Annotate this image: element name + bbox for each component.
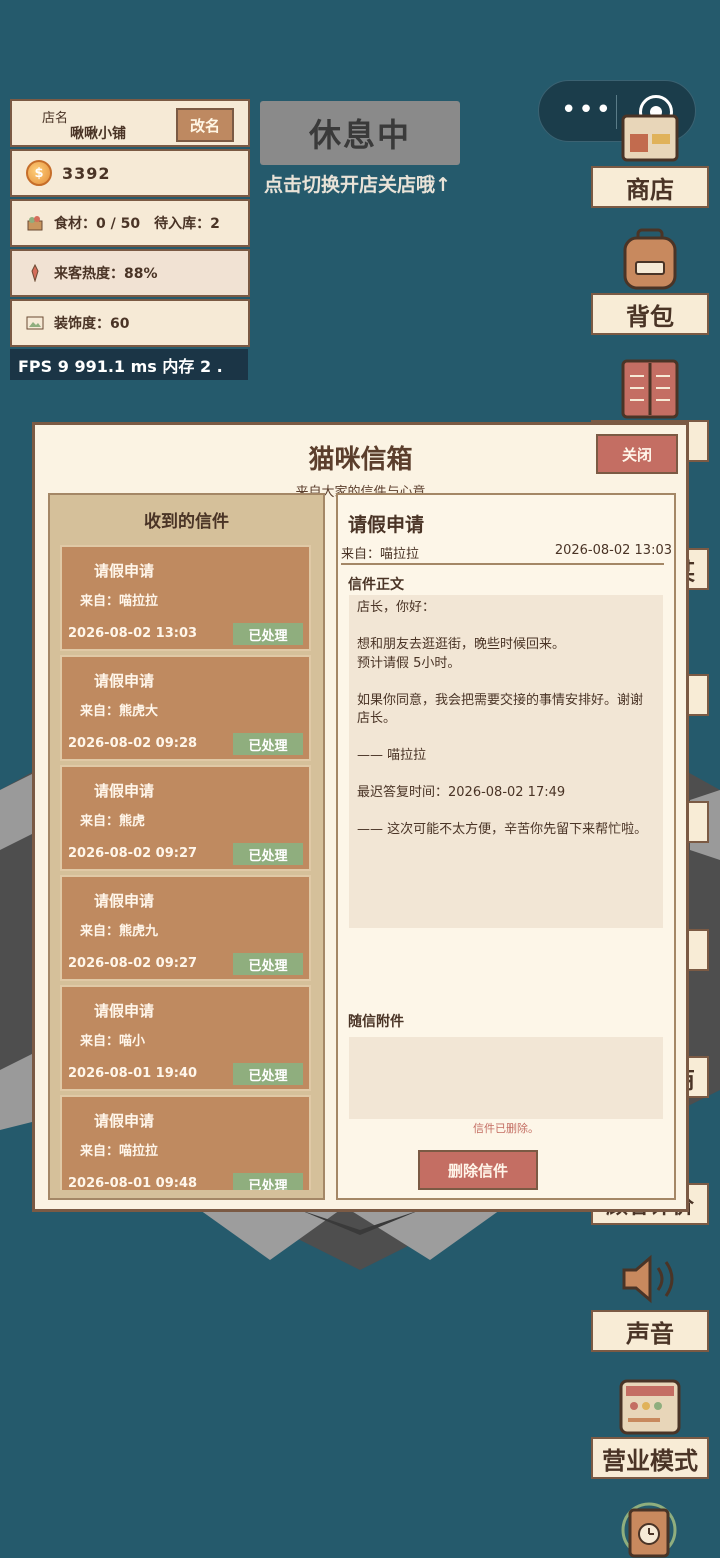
attachment-area (349, 1037, 663, 1119)
menu-book-icon[interactable] (620, 358, 680, 420)
close-button[interactable]: 关闭 (596, 434, 678, 474)
letter-sender: 来自：喵拉拉 (80, 594, 159, 609)
letter-body-line: 店长，你好： (357, 600, 436, 615)
deleted-note: 信件已删除。 (473, 1122, 539, 1135)
letter-body-line (357, 673, 655, 692)
bag-button[interactable]: 背包 (591, 293, 709, 335)
letter-body: 店长，你好： 想和朋友去逛逛街，晚些时候回来。 预计请假 5小时。如果你同意，我会把… (349, 595, 663, 928)
letter-body-line (357, 618, 655, 637)
clock-icon[interactable] (618, 1500, 680, 1558)
letter-subject: 请假申请 (94, 892, 155, 910)
letter-detail-title: 请假申请 (348, 514, 425, 536)
letter-detail-date: 2026-08-02 13:03 (554, 543, 672, 558)
letter-sender: 来自：熊虎九 (80, 924, 159, 939)
letter-list-item[interactable]: 请假申请来自：熊虎大 2026-08-02 09:28 已处理 (60, 655, 311, 761)
shop-name-panel: 店名 啾啾小铺 改名 (10, 99, 250, 147)
letter-sender: 来自：熊虎 (80, 814, 146, 829)
dialog-title: 猫咪信箱 (308, 445, 413, 475)
letter-detail-sender: 来自：喵拉拉 (341, 547, 420, 562)
letter-body-line: —— 这次可能不太方便，辛苦你先留下来帮忙啦。 (357, 822, 648, 837)
letter-subject: 请假申请 (94, 672, 155, 690)
heat-icon (26, 264, 44, 282)
letter-body-line: 如果你同意，我会把需要交接的事情安排好。谢谢店长。 (357, 692, 644, 727)
food-basket-icon (26, 214, 44, 232)
shop-name-value: 啾啾小铺 (70, 126, 126, 142)
pending-storage: 待入库：2 (154, 216, 220, 232)
status-hint: 点击切换开店关店哦↑ (264, 174, 451, 196)
letter-time: 2026-08-02 09:28 (68, 736, 198, 751)
status-badge: 已处理 (233, 733, 303, 755)
letter-body-line: —— 喵拉拉 (357, 748, 427, 763)
letter-sender: 来自：熊虎大 (80, 704, 159, 719)
decoration-value: 装饰度：60 (54, 316, 130, 332)
decoration-panel: 装饰度：60 (10, 299, 250, 347)
business-mode-icon[interactable] (618, 1378, 682, 1436)
letter-body-line (357, 729, 655, 748)
more-icon[interactable]: ••• (561, 97, 613, 123)
status-badge: 已处理 (233, 1173, 303, 1190)
letter-list-title: 收到的信件 (144, 512, 229, 532)
capsule-divider (616, 95, 617, 129)
letter-sender: 来自：喵小 (80, 1034, 146, 1049)
shop-name-label: 店名 (42, 111, 69, 126)
attachment-label: 随信附件 (348, 1014, 404, 1030)
rename-button[interactable]: 改名 (176, 108, 234, 142)
letter-time: 2026-08-02 13:03 (68, 626, 198, 641)
letter-list[interactable]: 请假申请 来自：喵拉拉 2026-08-02 13:03 已处理 请假申请 来自：熊虎大 2… (60, 545, 315, 1190)
letter-subject: 请假申请 (94, 1112, 155, 1130)
letter-list-item[interactable]: 请假申请来自：喵小 2026-08-01 19:40 已处理 (60, 985, 311, 1091)
letter-list-panel: 收到的信件 请假申请 来自：喵拉拉 2026-08-02 13:03 已处理 请假申请来… (48, 493, 325, 1200)
letter-body-line: 预计请假 5小时。 (357, 655, 461, 671)
letter-list-item[interactable]: 请假申请来自：熊虎 2026-08-02 09:27 已处理 (60, 765, 311, 871)
shop-status-toggle[interactable]: 休息中 (260, 101, 460, 165)
coin-panel: $ 3392 (10, 149, 250, 197)
shop-button[interactable]: 商店 (591, 166, 709, 208)
visitor-heat: 来客热度：88% (54, 266, 158, 282)
sound-button[interactable]: 声音 (591, 1310, 709, 1352)
letter-sender: 来自：喵拉拉 (80, 1144, 159, 1159)
coin-value: 3392 (62, 163, 111, 183)
backpack-icon[interactable] (622, 228, 678, 290)
mailbox-dialog: 猫咪信箱 来自大家的信件与心意 关闭 收到的信件 请假申请来自：喵拉拉2026-… (32, 422, 689, 1212)
status-badge: 已处理 (233, 1063, 303, 1085)
shop-icon[interactable] (620, 104, 680, 162)
letter-subject: 请假申请 (94, 562, 155, 580)
business-mode-button[interactable]: 营业模式 (591, 1437, 709, 1479)
letter-body-line (357, 766, 655, 785)
letter-body-label: 信件正文 (348, 577, 404, 593)
divider (341, 563, 664, 565)
letter-subject: 请假申请 (94, 782, 155, 800)
letter-list-item[interactable]: 请假申请来自：喵拉拉 2026-08-02 13:03 已处理 (60, 545, 311, 651)
coin-icon: $ (26, 160, 52, 186)
letter-subject: 请假申请 (94, 1002, 155, 1020)
picture-icon (26, 314, 44, 332)
letter-time: 2026-08-02 09:27 (68, 956, 198, 971)
heat-panel: 来客热度：88% (10, 249, 250, 297)
letter-time: 2026-08-01 19:40 (68, 1066, 198, 1081)
status-badge: 已处理 (233, 953, 303, 975)
letter-time: 2026-08-01 09:48 (68, 1176, 198, 1190)
food-panel: 食材：0 / 50 待入库：2 (10, 199, 250, 247)
letter-list-item[interactable]: 请假申请来自：熊虎九 2026-08-02 09:27 已处理 (60, 875, 311, 981)
letter-body-line: 想和朋友去逛逛街，晚些时候回来。 (357, 637, 566, 652)
letter-list-item[interactable]: 请假申请来自：喵拉拉 2026-08-01 09:48 已处理 (60, 1095, 311, 1190)
status-badge: 已处理 (233, 843, 303, 865)
food-count: 食材：0 / 50 (54, 216, 141, 232)
letter-body-line: 最迟答复时间：2026-08-02 17:49 (357, 785, 566, 800)
speaker-icon[interactable] (620, 1252, 682, 1306)
status-badge: 已处理 (233, 623, 303, 645)
letter-detail-panel: 请假申请 来自：喵拉拉 2026-08-02 13:03 信件正文 店长，你好：… (336, 493, 676, 1200)
fps-overlay: FPS 9 991.1 ms 内存 2 . (10, 349, 248, 380)
letter-body-line (357, 803, 655, 822)
letter-time: 2026-08-02 09:27 (68, 846, 198, 861)
delete-letter-button[interactable]: 删除信件 (418, 1150, 538, 1190)
